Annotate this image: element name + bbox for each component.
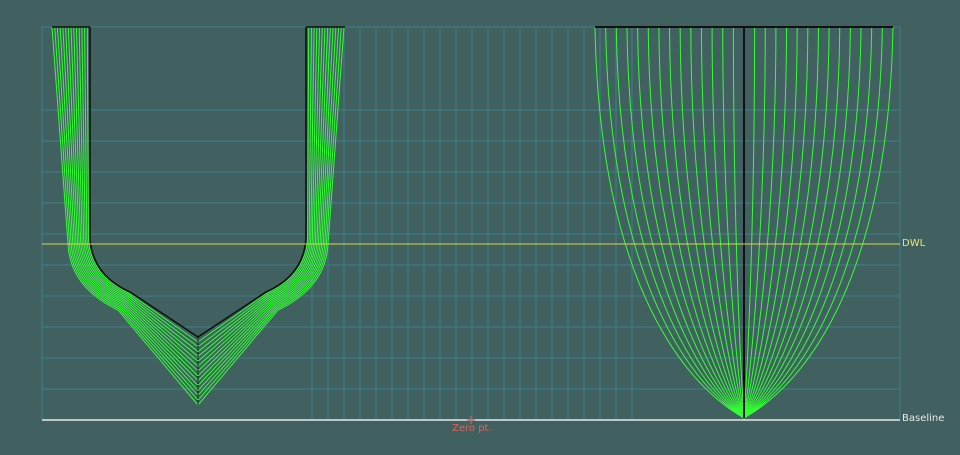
section-curve bbox=[51, 26, 199, 406]
section-curve bbox=[56, 26, 199, 396]
section-curve bbox=[197, 26, 345, 406]
body-plan-drawing bbox=[41, 26, 901, 424]
section-curve bbox=[743, 26, 862, 419]
section-curve bbox=[743, 26, 851, 419]
section-curve bbox=[197, 26, 340, 396]
section-curve bbox=[743, 26, 756, 419]
section-curve bbox=[732, 26, 745, 419]
body-plan-canvas: DWL Baseline Zero pt. bbox=[0, 0, 960, 455]
dwl-label: DWL bbox=[902, 238, 926, 249]
section-curve bbox=[626, 26, 745, 419]
section-curve bbox=[637, 26, 745, 419]
section-curve bbox=[197, 26, 318, 357]
zero-point-label: Zero pt. bbox=[452, 423, 492, 434]
baseline-label: Baseline bbox=[902, 413, 945, 424]
section-curve bbox=[78, 26, 199, 357]
